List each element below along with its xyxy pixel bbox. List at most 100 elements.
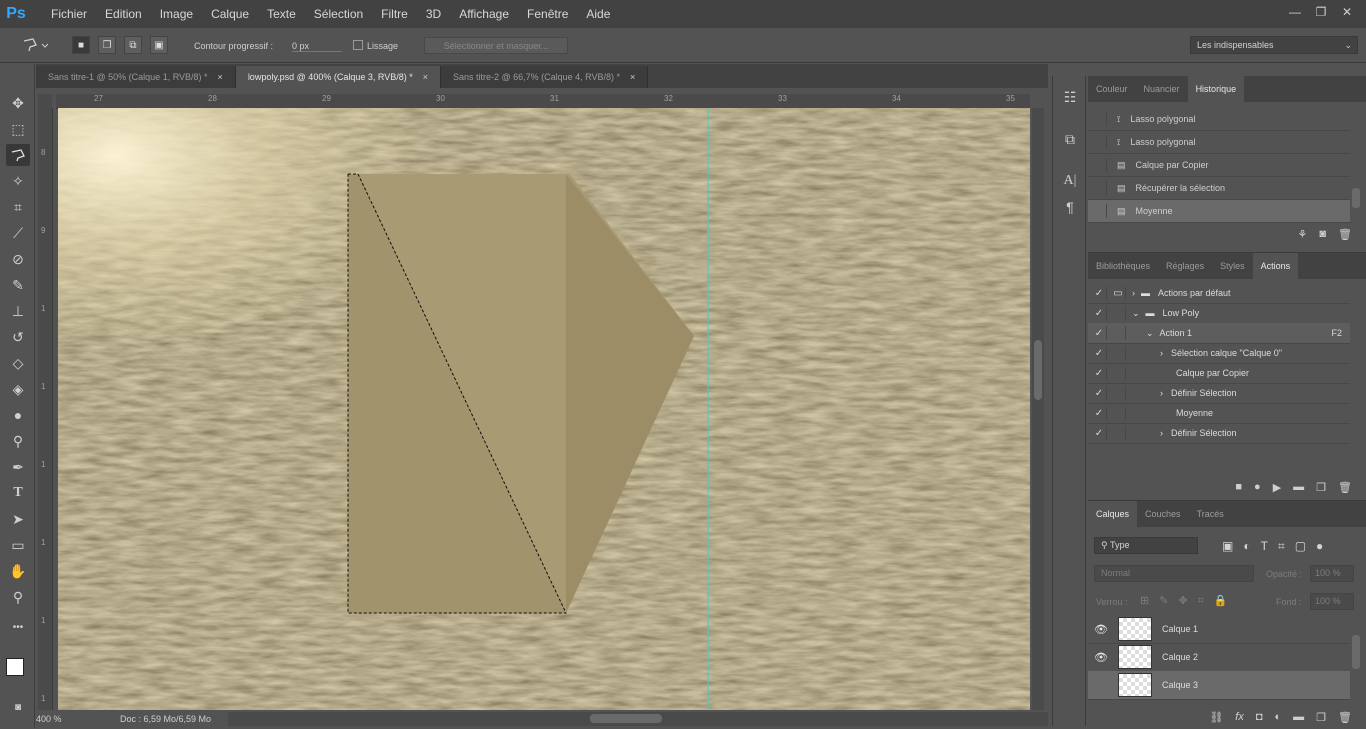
check-icon[interactable]: ✓ — [1092, 346, 1107, 360]
camera-icon[interactable]: ◙ — [1319, 228, 1326, 240]
layer-row[interactable]: 👁 Calque 1 — [1088, 615, 1350, 644]
menu-fichier[interactable]: Fichier — [42, 0, 96, 28]
lock-all-icon[interactable]: 🔒 — [1214, 595, 1238, 607]
marquee-tool[interactable]: ⬚ — [6, 118, 30, 140]
filter-toggle-icon[interactable]: ● — [1316, 539, 1333, 553]
document-canvas[interactable] — [58, 108, 1030, 710]
history-brush-tool[interactable]: ↺ — [6, 326, 30, 348]
link-icon[interactable]: ⛓ — [1209, 711, 1223, 724]
check-icon[interactable]: ✓ — [1092, 426, 1107, 440]
workspace-select[interactable]: Les indispensables ⌄ — [1190, 36, 1358, 54]
action-step-row[interactable]: ✓ › Définir Sélection — [1088, 423, 1350, 444]
dialog-toggle[interactable] — [1111, 326, 1126, 340]
close-icon[interactable]: × — [423, 72, 428, 82]
action-step-row[interactable]: ✓ Calque par Copier — [1088, 363, 1350, 384]
quick-selection-tool[interactable]: ✧ — [6, 170, 30, 192]
checkbox[interactable] — [1092, 204, 1107, 218]
chevron-right-icon[interactable]: › — [1160, 388, 1163, 398]
adjustment-icon[interactable]: ◐ — [1275, 711, 1282, 723]
blend-mode-select[interactable]: Normal — [1094, 565, 1254, 582]
tab-sans-titre-2[interactable]: Sans titre-2 @ 66,7% (Calque 4, RVB/8) *… — [440, 66, 649, 88]
character-icon[interactable]: A| — [1059, 170, 1081, 192]
tab-nuancier[interactable]: Nuancier — [1136, 76, 1188, 102]
intersect-selection-button[interactable]: ▣ — [150, 36, 168, 54]
move-tool[interactable]: ✥ — [6, 92, 30, 114]
fill-input[interactable]: 100 % — [1310, 593, 1354, 610]
select-and-mask-button[interactable]: Sélectionner et masquer... — [424, 37, 568, 54]
folder-icon[interactable]: ▬ — [1293, 481, 1304, 493]
chevron-right-icon[interactable]: › — [1160, 348, 1163, 358]
menu-3d[interactable]: 3D — [417, 0, 450, 28]
menu-selection[interactable]: Sélection — [305, 0, 372, 28]
chevron-down-icon[interactable]: ⌄ — [1146, 328, 1154, 339]
eraser-tool[interactable]: ◇ — [6, 352, 30, 374]
action-step-row[interactable]: ✓ Moyenne — [1088, 403, 1350, 424]
quick-mask-button[interactable]: ◙ — [6, 696, 30, 718]
history-item[interactable]: ▤ Calque par Copier — [1088, 154, 1350, 177]
tab-historique[interactable]: Historique — [1187, 76, 1245, 102]
vertical-scrollbar[interactable] — [1032, 108, 1044, 710]
crop-tool[interactable]: ⌗ — [6, 196, 30, 218]
paint-bucket-tool[interactable]: ◈ — [6, 378, 30, 400]
layer-row-selected[interactable]: Calque 3 — [1088, 671, 1350, 700]
history-scroll-thumb[interactable] — [1352, 188, 1360, 208]
image-filter-icon[interactable]: ▣ — [1222, 539, 1243, 553]
history-item[interactable]: ⟟ Lasso polygonal — [1088, 108, 1350, 131]
checkbox[interactable] — [1092, 158, 1107, 172]
stop-icon[interactable]: ■ — [1235, 481, 1242, 493]
tab-bibliotheques[interactable]: Bibliothèques — [1088, 253, 1158, 279]
restore-button[interactable]: ❐ — [1308, 0, 1334, 24]
check-icon[interactable]: ✓ — [1092, 386, 1107, 400]
tab-reglages[interactable]: Réglages — [1158, 253, 1212, 279]
smart-object-filter-icon[interactable]: ▢ — [1295, 539, 1316, 553]
dialog-toggle[interactable] — [1111, 426, 1126, 440]
layers-scroll-thumb[interactable] — [1352, 635, 1360, 669]
tab-actions[interactable]: Actions — [1252, 253, 1299, 279]
opacity-input[interactable]: 100 % — [1310, 565, 1354, 582]
action-step-row[interactable]: ✓ › Sélection calque "Calque 0" — [1088, 343, 1350, 364]
trash-icon[interactable]: 🗑 — [1338, 228, 1352, 241]
ruler-origin[interactable] — [38, 94, 52, 108]
history-item-selected[interactable]: ▤ Moyenne — [1088, 200, 1350, 223]
path-selection-tool[interactable]: ➤ — [6, 508, 30, 530]
eyedropper-tool[interactable]: ⟋ — [6, 222, 30, 244]
healing-tool[interactable]: ⊘ — [6, 248, 30, 270]
tab-couleur[interactable]: Couleur — [1088, 76, 1136, 102]
stamp-tool[interactable]: ⊥ — [6, 300, 30, 322]
chevron-right-icon[interactable]: › — [1160, 428, 1163, 438]
play-icon[interactable]: ▶ — [1273, 481, 1281, 494]
close-button[interactable]: ✕ — [1334, 0, 1360, 24]
lock-position-icon[interactable]: ✥ — [1178, 595, 1197, 607]
close-icon[interactable]: × — [630, 72, 635, 82]
folder-icon[interactable]: ▬ — [1293, 711, 1304, 723]
menu-affichage[interactable]: Affichage — [450, 0, 518, 28]
properties-icon[interactable]: ☷ — [1059, 86, 1081, 108]
fx-icon[interactable]: fx — [1235, 711, 1244, 723]
action-row-selected[interactable]: ✓ ⌄ Action 1 F2 — [1088, 323, 1350, 344]
minimize-button[interactable]: — — [1282, 0, 1308, 24]
checkbox[interactable] — [1092, 135, 1107, 149]
shape-tool[interactable]: ▭ — [6, 534, 30, 556]
lasso-tool[interactable] — [6, 144, 30, 166]
action-set-row[interactable]: ✓ ▭ › ▬ Actions par défaut — [1088, 283, 1350, 304]
edit-toolbar[interactable]: ••• — [6, 616, 30, 638]
eye-icon[interactable]: 👁 — [1088, 651, 1114, 664]
tab-lowpoly[interactable]: lowpoly.psd @ 400% (Calque 3, RVB/8) * × — [235, 66, 441, 88]
dialog-toggle[interactable] — [1111, 406, 1126, 420]
smooth-checkbox[interactable] — [353, 40, 363, 50]
chevron-down-icon[interactable]: ⌄ — [1132, 308, 1140, 319]
type-tool[interactable]: T — [6, 482, 30, 504]
zoom-tool[interactable]: ⚲ — [6, 586, 30, 608]
dialog-toggle[interactable] — [1111, 306, 1126, 320]
tab-styles[interactable]: Styles — [1212, 253, 1253, 279]
vertical-scroll-thumb[interactable] — [1034, 340, 1042, 400]
menu-fenetre[interactable]: Fenêtre — [518, 0, 577, 28]
hand-tool[interactable]: ✋ — [6, 560, 30, 582]
pen-tool[interactable]: ✒ — [6, 456, 30, 478]
tool-preset-picker[interactable] — [22, 37, 52, 56]
adjustment-filter-icon[interactable]: ◐ — [1243, 539, 1260, 553]
history-item[interactable]: ⟟ Lasso polygonal — [1088, 131, 1350, 154]
tab-sans-titre-1[interactable]: Sans titre-1 @ 50% (Calque 1, RVB/8) * × — [36, 66, 236, 88]
eye-icon[interactable]: 👁 — [1088, 623, 1114, 636]
horizontal-scroll-thumb[interactable] — [590, 714, 662, 723]
